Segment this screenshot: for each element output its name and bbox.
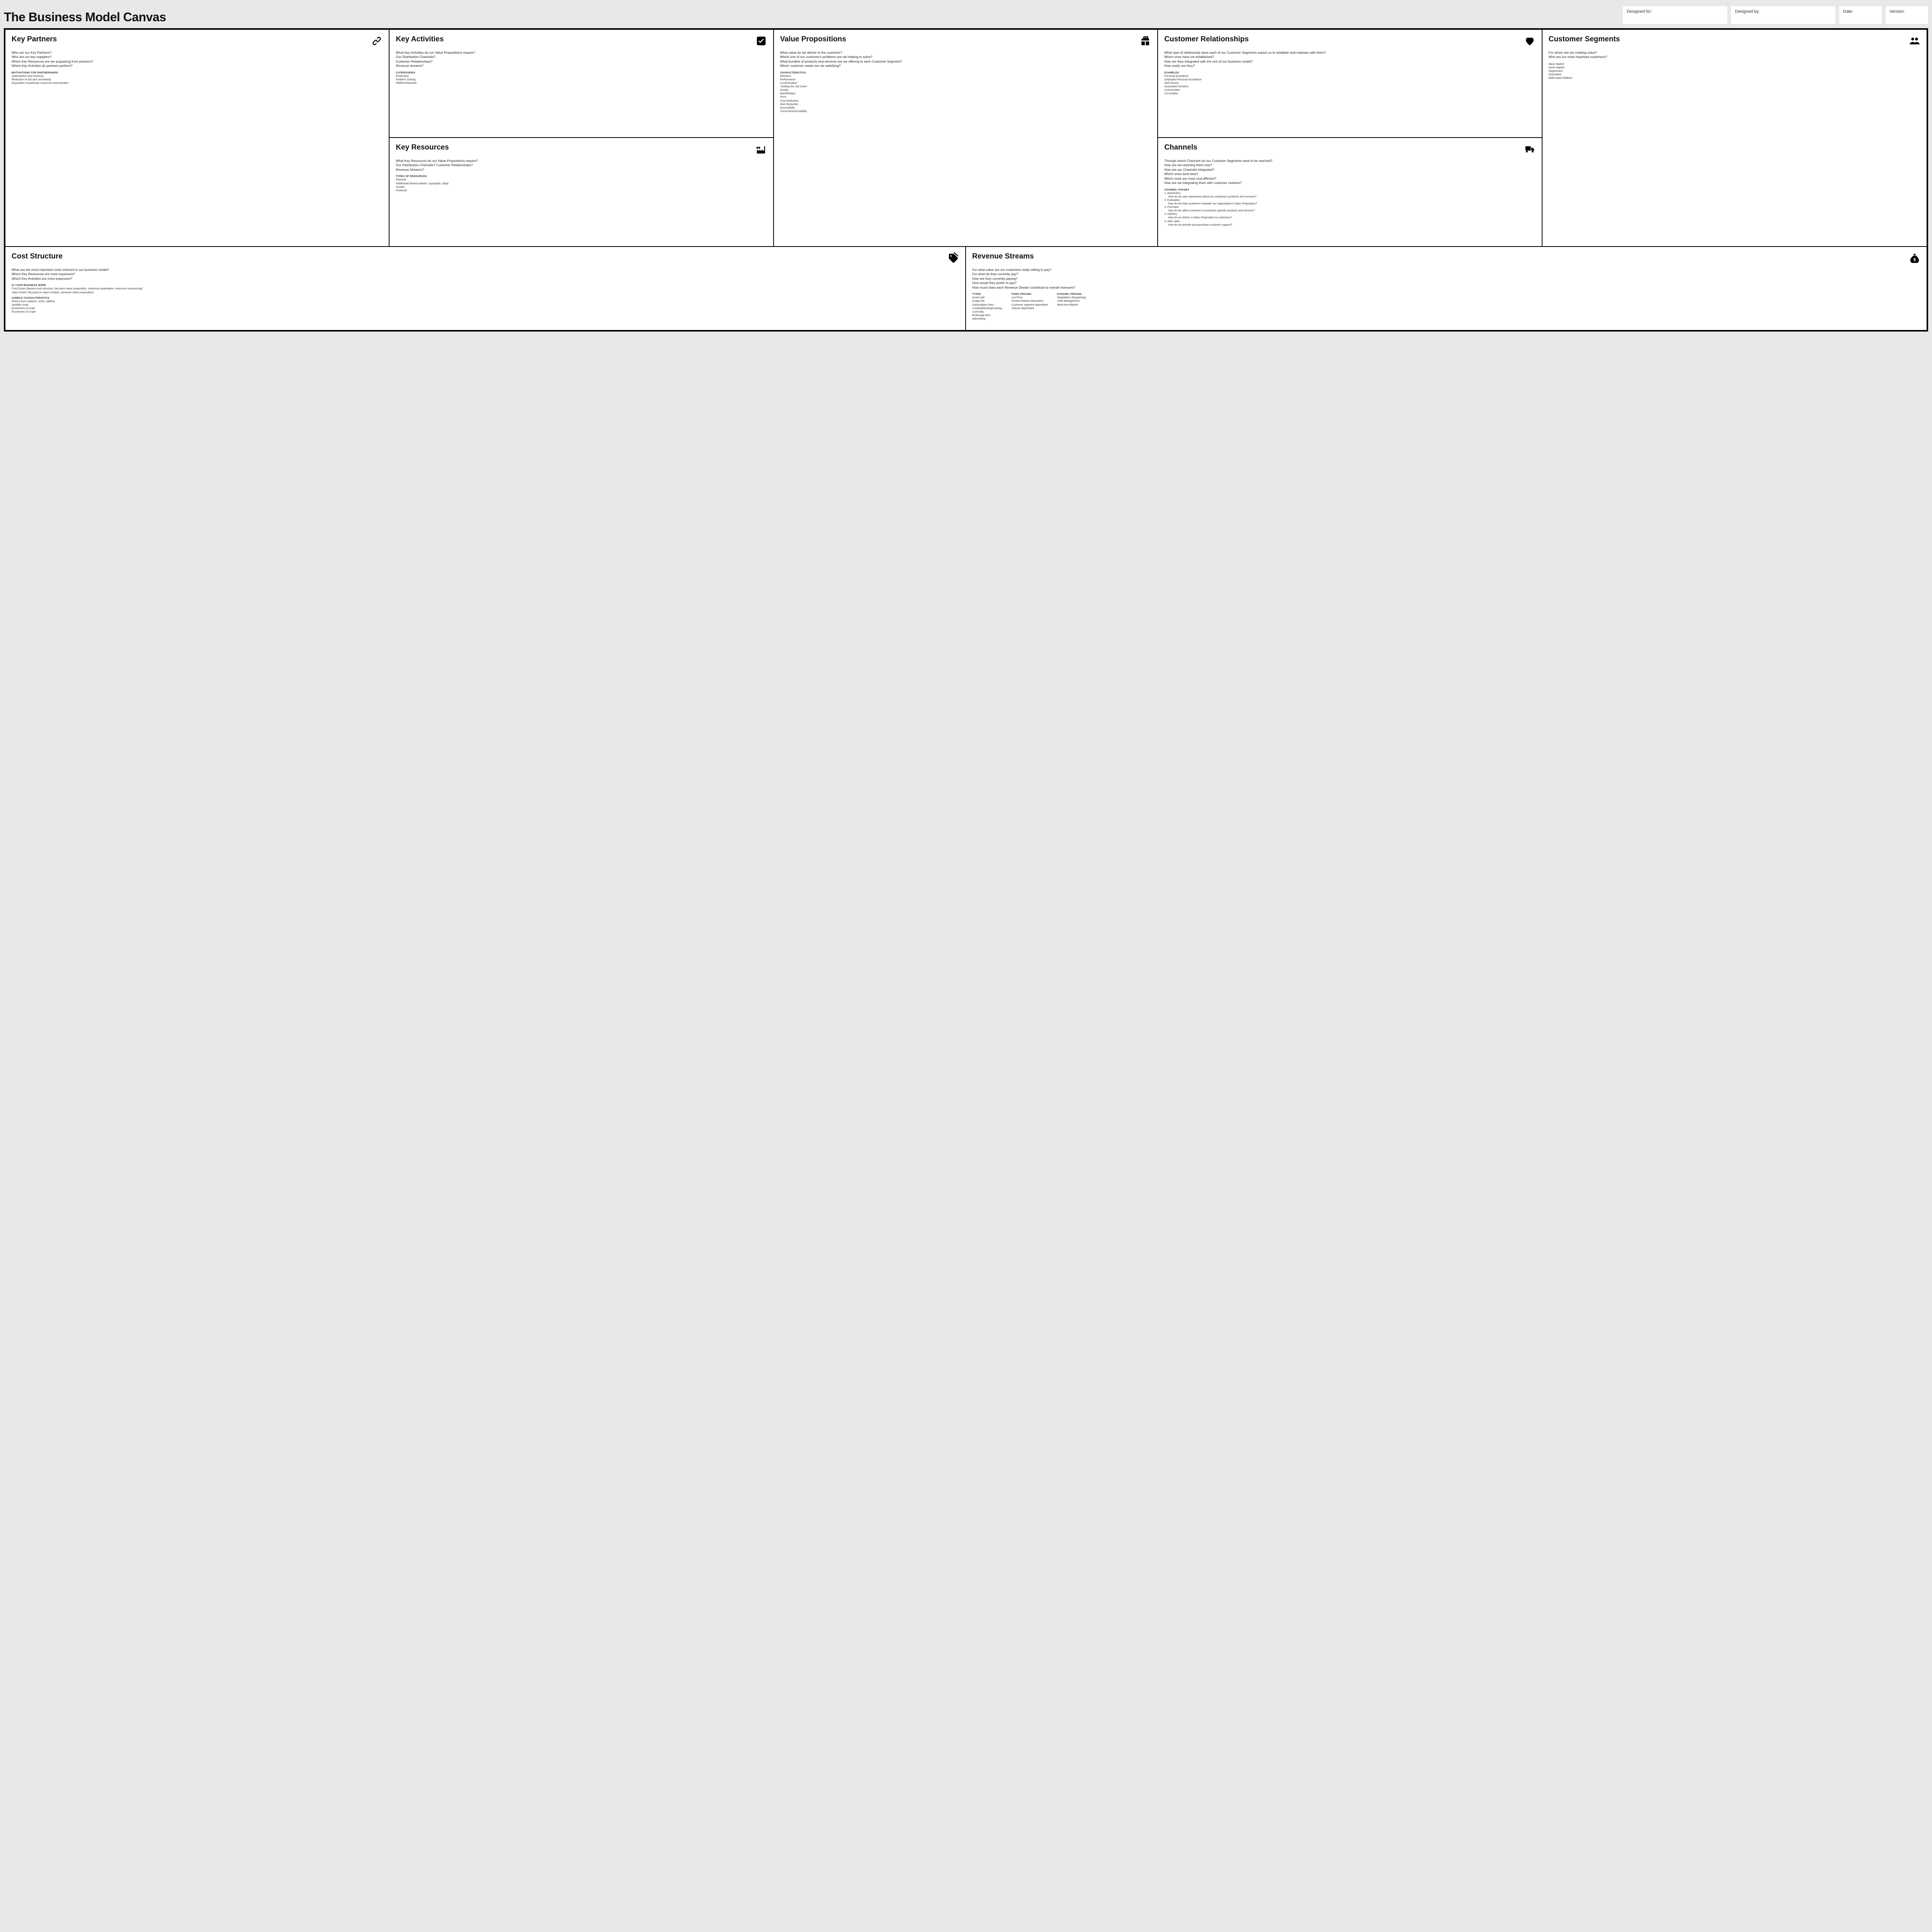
- key-activities-title: Key Activities: [396, 35, 444, 44]
- revenue-streams-title: Revenue Streams: [972, 252, 1034, 261]
- gift-icon: [1139, 35, 1151, 47]
- channels-title: Channels: [1164, 143, 1197, 152]
- customer-relationships-subhead: examples: [1164, 71, 1535, 74]
- key-resources-prompts: What Key Resources do our Value Proposit…: [396, 159, 767, 172]
- money-bag-icon: $: [1909, 252, 1920, 264]
- designed-by-label: Designed by:: [1735, 9, 1832, 14]
- customer-segments-title: Customer Segments: [1549, 35, 1620, 44]
- value-propositions-sublist: NewnessPerformanceCustomization"Getting …: [780, 75, 1151, 113]
- channels-prompts: Through which Channels do our Customer S…: [1164, 159, 1535, 185]
- revenue-dynamic-head: dynamic pricing: [1057, 293, 1086, 296]
- customer-relationships-prompts: What type of relationship does each of o…: [1164, 51, 1535, 68]
- tag-icon: [947, 252, 959, 264]
- factory-icon: [755, 143, 767, 155]
- svg-text:$: $: [1913, 258, 1916, 262]
- key-resources-title: Key Resources: [396, 143, 449, 152]
- channels-subhead: channel phases: [1164, 189, 1535, 191]
- link-icon: [371, 35, 383, 47]
- customer-relationships-block: Customer Relationships What type of rela…: [1158, 30, 1541, 138]
- value-propositions-block: Value Propositions What value do we deli…: [774, 30, 1157, 246]
- header: The Business Model Canvas Designed for: …: [4, 4, 1928, 28]
- revenue-types-head: types: [972, 293, 1002, 296]
- customer-segments-sublist: Mass MarketNiche MarketSegmentedDiversif…: [1549, 63, 1920, 80]
- cost-structure-block: Cost Structure What are the most importa…: [5, 247, 965, 324]
- cost-structure-sublist2: Fixed Costs (salaries, rents, utilities)…: [12, 300, 959, 314]
- key-activities-subhead: catergories: [396, 71, 767, 74]
- truck-icon: [1524, 143, 1536, 155]
- value-propositions-subhead: characteristics: [780, 71, 1151, 74]
- key-partners-prompts: Who are our Key Partners?Who are our key…: [12, 51, 383, 68]
- key-partners-sublist: Optimization and economyReduction of ris…: [12, 75, 383, 85]
- cost-structure-title: Cost Structure: [12, 252, 63, 261]
- channels-block: Channels Through which Channels do our C…: [1158, 138, 1541, 246]
- key-resources-subhead: types of resources: [396, 175, 767, 178]
- revenue-fixed-list: List PriceProduct feature dependentCusto…: [1011, 296, 1048, 310]
- key-partners-title: Key Partners: [12, 35, 57, 44]
- date-label: Date:: [1843, 9, 1878, 14]
- canvas: Key Partners Who are our Key Partners?Wh…: [4, 28, 1928, 332]
- customer-relationships-sublist: Personal assistanceDedicated Personal As…: [1164, 75, 1535, 96]
- key-activities-block: Key Activities What Key Activities do ou…: [389, 30, 773, 138]
- checkbox-icon: [755, 35, 767, 47]
- cost-structure-sublist1: Cost Driven (leanest cost structure, low…: [12, 287, 959, 294]
- value-propositions-title: Value Propositions: [780, 35, 846, 44]
- cost-structure-subhead1: is your business more: [12, 284, 959, 287]
- revenue-streams-block: Revenue Streams $ For what value are our…: [966, 247, 1927, 330]
- version-field[interactable]: Version:: [1886, 6, 1928, 24]
- date-field[interactable]: Date:: [1839, 6, 1882, 24]
- customer-segments-block: Customer Segments For whom are we creati…: [1543, 30, 1927, 246]
- key-activities-prompts: What Key Activities do our Value Proposi…: [396, 51, 767, 68]
- cost-structure-subhead2: sample characteristics: [12, 297, 959, 299]
- key-resources-sublist: PhysicalIntellectual (brand patents, cop…: [396, 178, 767, 192]
- designed-for-field[interactable]: Designed for:: [1623, 6, 1727, 24]
- value-propositions-prompts: What value do we deliver to the customer…: [780, 51, 1151, 68]
- key-activities-sublist: ProductionProblem SolvingPlatform/Networ…: [396, 75, 767, 85]
- customer-relationships-title: Customer Relationships: [1164, 35, 1249, 44]
- cost-structure-prompts: What are the most important costs inhere…: [12, 268, 959, 281]
- key-partners-subhead: motivations for partnerships: [12, 71, 383, 74]
- page-title: The Business Model Canvas: [4, 6, 166, 24]
- revenue-dynamic-list: Negotiation (bargaining)Yield Management…: [1057, 296, 1086, 306]
- designed-for-label: Designed for:: [1627, 9, 1723, 14]
- heart-icon: [1524, 35, 1536, 47]
- channels-phases: 1. AwarenessHow do we raise awareness ab…: [1164, 192, 1535, 227]
- revenue-types-list: Asset saleUsage feeSubscription FeesLend…: [972, 296, 1002, 321]
- key-resources-block: Key Resources What Key Resources do our …: [389, 138, 773, 246]
- customer-segments-prompts: For whom are we creating value?Who are o…: [1549, 51, 1920, 60]
- users-icon: [1909, 35, 1920, 47]
- designed-by-field[interactable]: Designed by:: [1731, 6, 1835, 24]
- revenue-streams-prompts: For what value are our customers really …: [972, 268, 1920, 290]
- key-partners-block: Key Partners Who are our Key Partners?Wh…: [5, 30, 389, 246]
- revenue-fixed-head: fixed pricing: [1011, 293, 1048, 296]
- version-label: Version:: [1889, 9, 1924, 14]
